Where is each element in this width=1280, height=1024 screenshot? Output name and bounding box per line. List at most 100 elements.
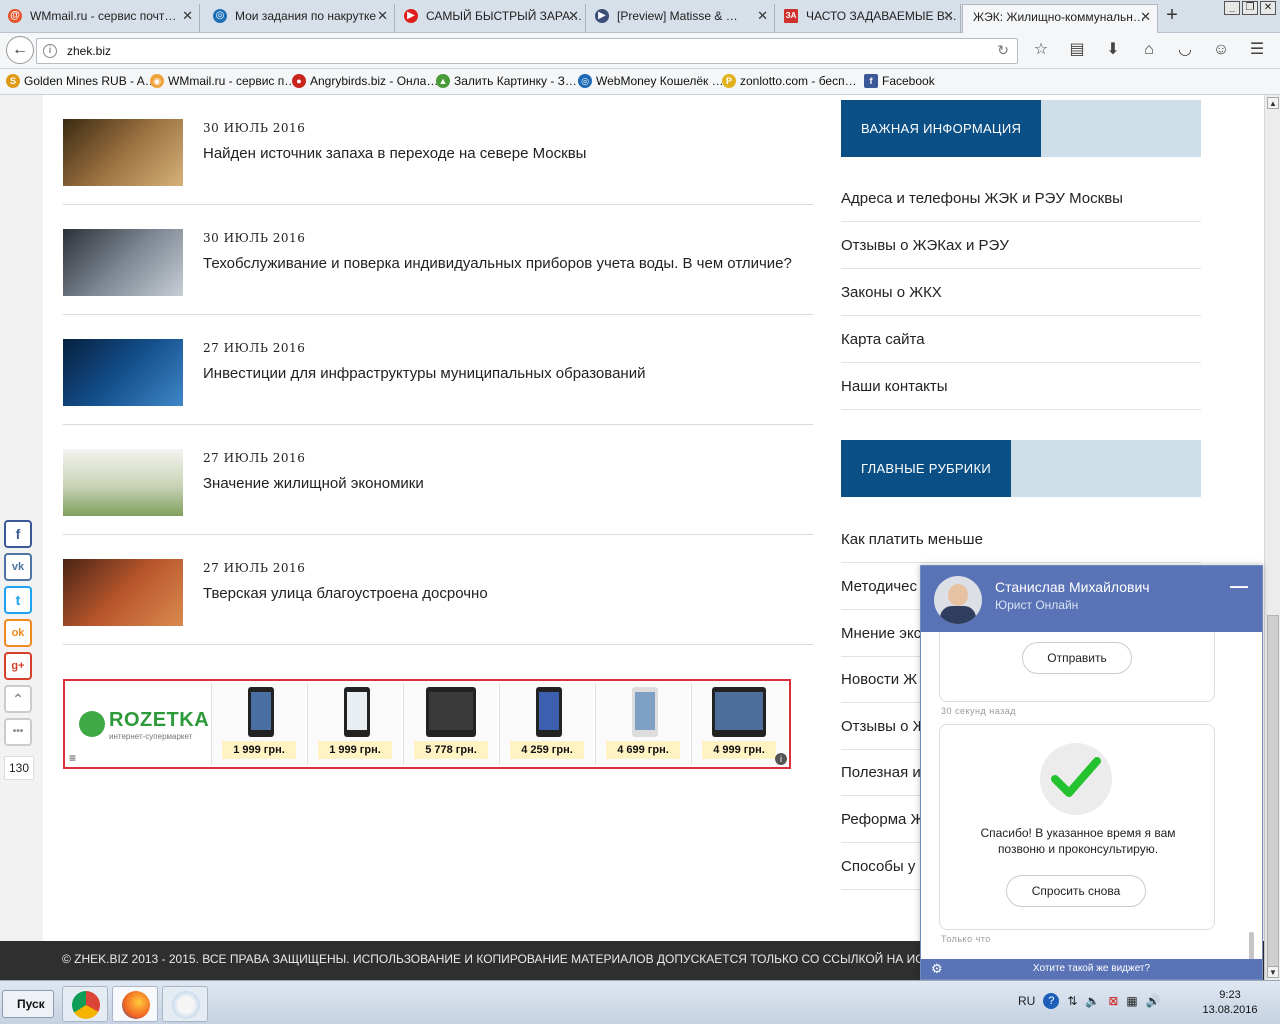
news-item[interactable]: 30 ИЮЛЬ 2016 Найден источник запаха в пе… <box>63 95 813 205</box>
news-thumbnail[interactable] <box>63 559 183 626</box>
news-item[interactable]: 30 ИЮЛЬ 2016 Техобслуживание и поверка и… <box>63 205 813 315</box>
more-share-icon[interactable]: ••• <box>4 718 32 746</box>
news-thumbnail[interactable] <box>63 229 183 296</box>
bookmark-label: zonlotto.com - бесп… <box>740 74 857 88</box>
network-error-icon[interactable]: ⊠ <box>1108 994 1118 1008</box>
speaker-icon[interactable]: 🔊 <box>1146 994 1161 1008</box>
close-window-icon[interactable]: ✕ <box>1260 1 1276 15</box>
facebook-share-icon[interactable]: f <box>4 520 32 548</box>
rozetka-ad-banner[interactable]: ROZETKA интернет-супермаркет ≡ 1 999 грн… <box>63 679 791 769</box>
chat-scrollbar[interactable] <box>1249 932 1254 959</box>
tab-matisse[interactable]: ▶ [Preview] Matisse & … ✕ <box>587 4 775 33</box>
bookmark-webmoney[interactable]: ◎ WebMoney Кошелёк … <box>578 74 724 88</box>
tray-arrows-icon[interactable]: ⇅ <box>1067 994 1077 1008</box>
close-tab-icon[interactable]: ✕ <box>757 4 768 28</box>
odnoklassniki-share-icon[interactable]: ok <box>4 619 32 647</box>
news-item[interactable]: 27 ИЮЛЬ 2016 Значение жилищной экономики <box>63 425 813 535</box>
ad-product[interactable]: 4 999 грн. <box>691 683 785 765</box>
news-title[interactable]: Найден источник запаха в переходе на сев… <box>203 145 586 162</box>
taskbar-chrome[interactable] <box>62 986 108 1022</box>
news-thumbnail[interactable] <box>63 119 183 186</box>
tab-zhek-active[interactable]: ЖЭК: Жилищно-коммунальн… ✕ <box>962 4 1158 34</box>
site-info-icon[interactable]: i <box>43 44 57 58</box>
widget-promo-link[interactable]: Хотите такой же виджет? <box>1033 963 1150 974</box>
reload-icon[interactable]: ↻ <box>997 42 1009 59</box>
google-plus-share-icon[interactable]: g+ <box>4 652 32 680</box>
restore-window-icon[interactable]: ❐ <box>1242 1 1258 15</box>
page-scrollbar[interactable]: ▲ ▼ <box>1264 95 1280 980</box>
pocket-icon[interactable]: ◡ <box>1174 40 1196 60</box>
taskbar-firefox[interactable] <box>112 986 158 1022</box>
bookmark-zalit[interactable]: ▲ Залить Картинку - З… <box>436 74 577 88</box>
firefox-icon <box>122 991 150 1019</box>
tab-tasks[interactable]: ◎ Мои задания по накрутке ✕ <box>205 4 395 33</box>
sidebar-link[interactable]: Законы о ЖКХ <box>841 269 1201 316</box>
chat-bubble-icon[interactable]: ☺ <box>1210 40 1232 60</box>
ad-info-icon[interactable]: i <box>775 753 787 765</box>
scroll-up-arrow-icon[interactable]: ▲ <box>1267 97 1279 109</box>
sidebar-link[interactable]: Наши контакты <box>841 363 1201 410</box>
bookmark-icon: P <box>722 74 736 88</box>
ad-product[interactable]: 4 259 грн. <box>499 683 593 765</box>
tab-wmmail[interactable]: @ WMmail.ru - сервис почт… ✕ <box>0 4 200 33</box>
close-tab-icon[interactable]: ✕ <box>377 4 388 28</box>
minimize-window-icon[interactable]: _ <box>1224 1 1240 15</box>
system-clock[interactable]: 9:23 13.08.2016 <box>1190 988 1270 1018</box>
sidebar-link[interactable]: Отзывы о ЖЭКах и РЭУ <box>841 222 1201 269</box>
bookmark-zonlotto[interactable]: Pzonlotto.com - бесп… <box>722 74 857 88</box>
twitter-share-icon[interactable]: t <box>4 586 32 614</box>
address-bar[interactable]: i zhek.biz ↻ <box>36 38 1018 64</box>
tab-faq[interactable]: ЗА ЧАСТО ЗАДАВАЕМЫЕ В… ✕ <box>776 4 961 33</box>
window-controls: _ ❐ ✕ <box>1224 1 1276 15</box>
new-tab-button[interactable]: + <box>1162 4 1182 28</box>
scroll-up-icon[interactable]: ⌃ <box>4 685 32 713</box>
bookmark-golden-mines[interactable]: S Golden Mines RUB - A… <box>6 74 157 88</box>
download-icon[interactable]: ⬇ <box>1102 40 1124 60</box>
volume-icon[interactable]: 🔈 <box>1085 994 1100 1008</box>
tasks-icon: ◎ <box>213 9 227 23</box>
news-title[interactable]: Тверская улица благоустроена досрочно <box>203 585 488 602</box>
news-item[interactable]: 27 ИЮЛЬ 2016 Инвестиции для инфраструкту… <box>63 315 813 425</box>
news-title[interactable]: Инвестиции для инфраструктуры муниципаль… <box>203 365 645 382</box>
news-item[interactable]: 27 ИЮЛЬ 2016 Тверская улица благоустроен… <box>63 535 813 645</box>
close-tab-icon[interactable]: ✕ <box>182 4 193 28</box>
news-title[interactable]: Техобслуживание и поверка индивидуальных… <box>203 255 792 272</box>
minimize-chat-button[interactable]: — <box>1230 576 1248 597</box>
close-tab-icon[interactable]: ✕ <box>1140 5 1151 29</box>
scrollbar-thumb[interactable] <box>1267 615 1279 970</box>
start-button[interactable]: Пуск <box>2 990 54 1018</box>
bookmark-facebook[interactable]: f Facebook <box>864 74 935 88</box>
vk-share-icon[interactable]: vk <box>4 553 32 581</box>
close-tab-icon[interactable]: ✕ <box>568 4 579 28</box>
home-icon[interactable]: ⌂ <box>1138 40 1160 60</box>
menu-icon[interactable]: ☰ <box>1246 40 1268 60</box>
chat-header[interactable]: Станислав Михайлович Юрист Онлайн — <box>921 566 1262 632</box>
send-button[interactable]: Отправить <box>1022 642 1132 674</box>
news-thumbnail[interactable] <box>63 449 183 516</box>
ad-product[interactable]: 1 999 грн. <box>307 683 401 765</box>
ad-product[interactable]: 4 699 грн. <box>595 683 689 765</box>
ad-product[interactable]: 1 999 грн. <box>211 683 305 765</box>
ask-again-button[interactable]: Спросить снова <box>1006 875 1146 907</box>
bookmark-angrybirds[interactable]: ● Angrybirds.biz - Онла… <box>292 74 438 88</box>
taskbar-paint[interactable] <box>162 986 208 1022</box>
bookmark-star-icon[interactable]: ☆ <box>1030 40 1052 60</box>
sidebar-link[interactable]: Адреса и телефоны ЖЭК и РЭУ Москвы <box>841 175 1201 222</box>
back-button[interactable]: ← <box>6 36 34 64</box>
reading-list-icon[interactable]: ▤ <box>1066 40 1088 60</box>
gear-icon[interactable]: ⚙ <box>931 959 943 979</box>
bookmark-wmmail[interactable]: ◉ WMmail.ru - сервис п… <box>150 74 296 88</box>
scroll-down-arrow-icon[interactable]: ▼ <box>1267 966 1279 978</box>
news-title[interactable]: Значение жилищной экономики <box>203 475 424 492</box>
sidebar-link[interactable]: Карта сайта <box>841 316 1201 363</box>
close-tab-icon[interactable]: ✕ <box>943 4 954 28</box>
ad-product[interactable]: 5 778 грн. <box>403 683 497 765</box>
news-thumbnail[interactable] <box>63 339 183 406</box>
tab-youtube[interactable]: ▶ САМЫЙ БЫСТРЫЙ ЗАРА… ✕ <box>396 4 586 33</box>
chat-footer[interactable]: ⚙ Хотите такой же виджет? <box>921 959 1262 979</box>
ad-menu-icon[interactable]: ≡ <box>69 751 76 765</box>
sidebar-link[interactable]: Как платить меньше <box>841 516 1201 563</box>
network-icon[interactable]: ▦ <box>1126 994 1137 1008</box>
language-indicator[interactable]: RU <box>1018 994 1035 1008</box>
help-icon[interactable]: ? <box>1043 993 1060 1009</box>
